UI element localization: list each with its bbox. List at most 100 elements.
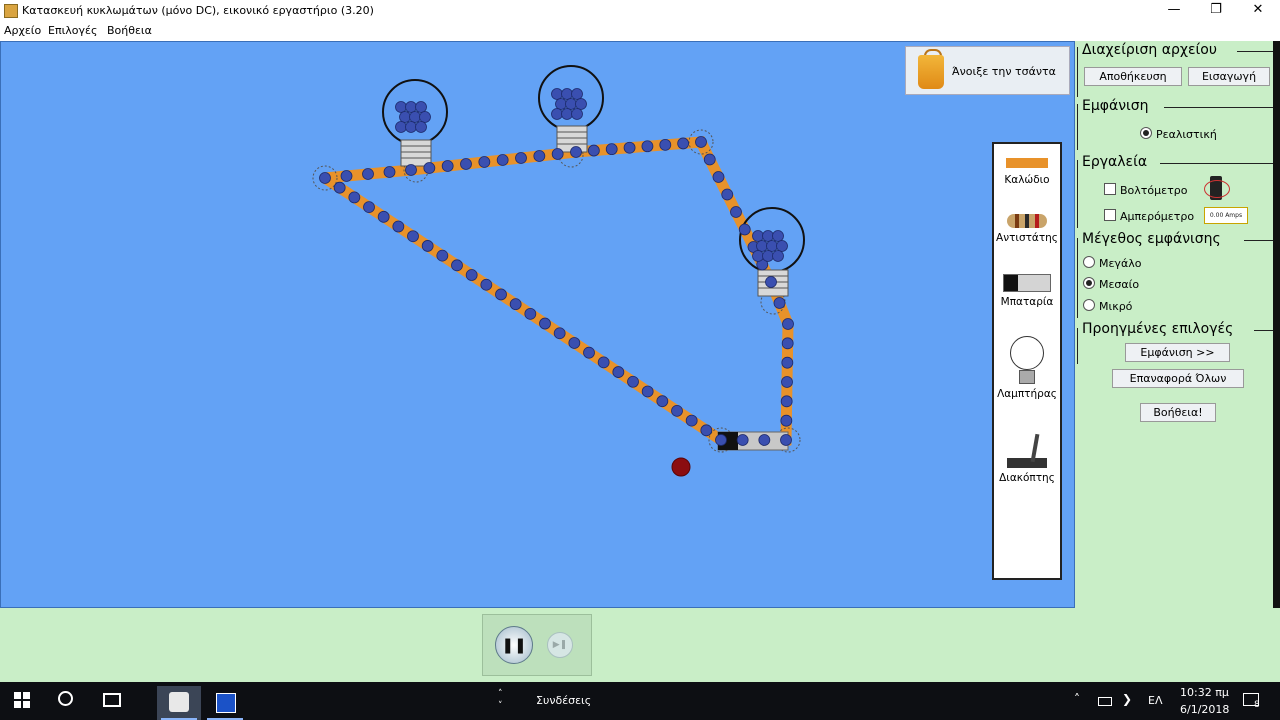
size-large-option[interactable]: Μεγάλο (1083, 256, 1141, 270)
electron (319, 172, 331, 184)
size-large-radio[interactable] (1083, 256, 1095, 268)
electron (436, 249, 449, 262)
search-icon[interactable] (58, 691, 78, 706)
menu-file[interactable]: Αρχείο (4, 24, 41, 37)
playback-controls: ❚❚ ▶❚ (482, 614, 592, 676)
tool-resistor-label: Αντιστάτης (996, 232, 1058, 244)
notification-count: 8 (1254, 700, 1260, 710)
save-button[interactable]: Αποθήκευση (1084, 67, 1182, 86)
show-hidden-icons-icon[interactable]: ˄ (1074, 692, 1080, 706)
size-medium-radio[interactable] (1083, 277, 1095, 289)
menu-options[interactable]: Επιλογές (48, 24, 97, 37)
ammeter-checkbox[interactable] (1104, 209, 1116, 221)
circuit-drawing[interactable] (1, 42, 1074, 607)
circuit-canvas[interactable]: Άνοιξε την τσάντα Καλώδιο Αντιστάτης Μπα… (0, 41, 1075, 608)
electron (407, 230, 419, 243)
show-advanced-button[interactable]: Εμφάνιση >> (1125, 343, 1230, 362)
tool-bulb-label: Λαμπτήρας (997, 388, 1057, 400)
electron (575, 98, 587, 110)
electron (641, 140, 654, 153)
electron (392, 220, 405, 233)
reset-all-button[interactable]: Επαναφορά Όλων (1112, 369, 1244, 388)
electron (555, 98, 567, 110)
voltmeter-option[interactable]: Βολτόμετρο (1104, 183, 1187, 197)
view-section-title: Εμφάνιση (1082, 98, 1149, 114)
tool-battery-label: Μπαταρία (1000, 296, 1054, 308)
toolbar-chevron-icon[interactable]: ˄ ˅ (498, 688, 503, 712)
size-medium-option[interactable]: Μεσαίο (1083, 277, 1139, 291)
section-line (1254, 330, 1273, 331)
voltmeter-checkbox[interactable] (1104, 183, 1116, 195)
tool-wire[interactable]: Καλώδιο (994, 158, 1060, 186)
electron (451, 259, 463, 272)
menu-help[interactable]: Βοήθεια (107, 24, 152, 37)
electron (409, 111, 421, 123)
electron (703, 153, 716, 166)
voltmeter-label: Βολτόμετρο (1120, 184, 1188, 197)
tool-wire-label: Καλώδιο (1004, 174, 1050, 186)
electron (465, 269, 478, 281)
java-app-icon[interactable] (157, 686, 201, 720)
electron (561, 88, 573, 100)
electron (781, 356, 794, 369)
electron (736, 434, 749, 446)
junctions[interactable] (312, 129, 801, 453)
tool-resistor[interactable]: Αντιστάτης (994, 214, 1060, 244)
electron (597, 356, 610, 369)
pause-icon[interactable]: ❚❚ (495, 626, 533, 664)
close-icon[interactable]: ✕ (1238, 0, 1278, 22)
electron (700, 424, 713, 437)
task-view-icon[interactable] (103, 693, 123, 707)
electron (570, 146, 582, 158)
minimize-icon[interactable]: — (1154, 0, 1194, 22)
help-button[interactable]: Βοήθεια! (1140, 403, 1216, 422)
network-icon[interactable]: ❯ (1122, 692, 1132, 706)
size-small-radio[interactable] (1083, 299, 1095, 311)
electron (762, 250, 774, 262)
tool-bulb[interactable]: Λαμπτήρας (994, 336, 1060, 400)
electron (671, 404, 683, 417)
battery-status-icon[interactable] (1098, 697, 1112, 706)
clock-time[interactable]: 10:32 πμ (1180, 686, 1229, 699)
resistor-icon (1007, 214, 1047, 228)
title-bar: Κατασκευή κυκλωμάτων (μόνο DC), εικονικό… (0, 0, 1280, 22)
electron (561, 108, 573, 120)
links-toolbar-label[interactable]: Συνδέσεις (536, 694, 591, 707)
realistic-radio[interactable] (1140, 127, 1152, 139)
load-button[interactable]: Εισαγωγή (1188, 67, 1270, 86)
menu-bar: Αρχείο Επιλογές Βοήθεια (0, 22, 1280, 40)
electron (695, 136, 707, 148)
electron (399, 111, 411, 123)
open-bag-button[interactable]: Άνοιξε την τσάντα (905, 46, 1070, 95)
circuit-wires[interactable] (319, 136, 794, 446)
ammeter-option[interactable]: Αμπερόμετρο (1104, 209, 1194, 223)
windows-start-icon[interactable] (14, 692, 32, 708)
electron (587, 144, 600, 157)
size-small-option[interactable]: Μικρό (1083, 299, 1132, 313)
ammeter-icon: 0.00 Amps (1204, 207, 1248, 224)
loose-electron (671, 457, 691, 477)
electron (685, 414, 698, 427)
wire[interactable] (319, 136, 794, 446)
restore-icon[interactable]: ❐ (1196, 0, 1236, 22)
battery[interactable] (717, 431, 789, 451)
tool-battery[interactable]: Μπαταρία (994, 274, 1060, 308)
clock-date[interactable]: 6/1/2018 (1180, 703, 1229, 716)
electron (773, 297, 786, 309)
electron (348, 191, 361, 204)
ammeter-label: Αμπερόμετρο (1120, 210, 1195, 223)
realistic-option[interactable]: Ρεαλιστική (1140, 127, 1217, 141)
electron (730, 206, 742, 218)
electron (752, 250, 764, 262)
bulb-icon (1010, 336, 1044, 370)
voltmeter-icon (1204, 176, 1230, 200)
switch-icon (1007, 432, 1047, 468)
tool-switch[interactable]: Διακόπτης (994, 432, 1060, 484)
electron (553, 327, 566, 340)
language-indicator[interactable]: ΕΛ (1148, 694, 1162, 707)
electron (539, 317, 551, 330)
circuit-app-icon[interactable] (203, 686, 247, 720)
electron (715, 434, 727, 446)
step-icon[interactable]: ▶❚ (547, 632, 573, 658)
taskbar: ˄ ˅ Συνδέσεις ˄ ❯ ΕΛ 10:32 πμ 6/1/2018 8 (0, 682, 1280, 720)
